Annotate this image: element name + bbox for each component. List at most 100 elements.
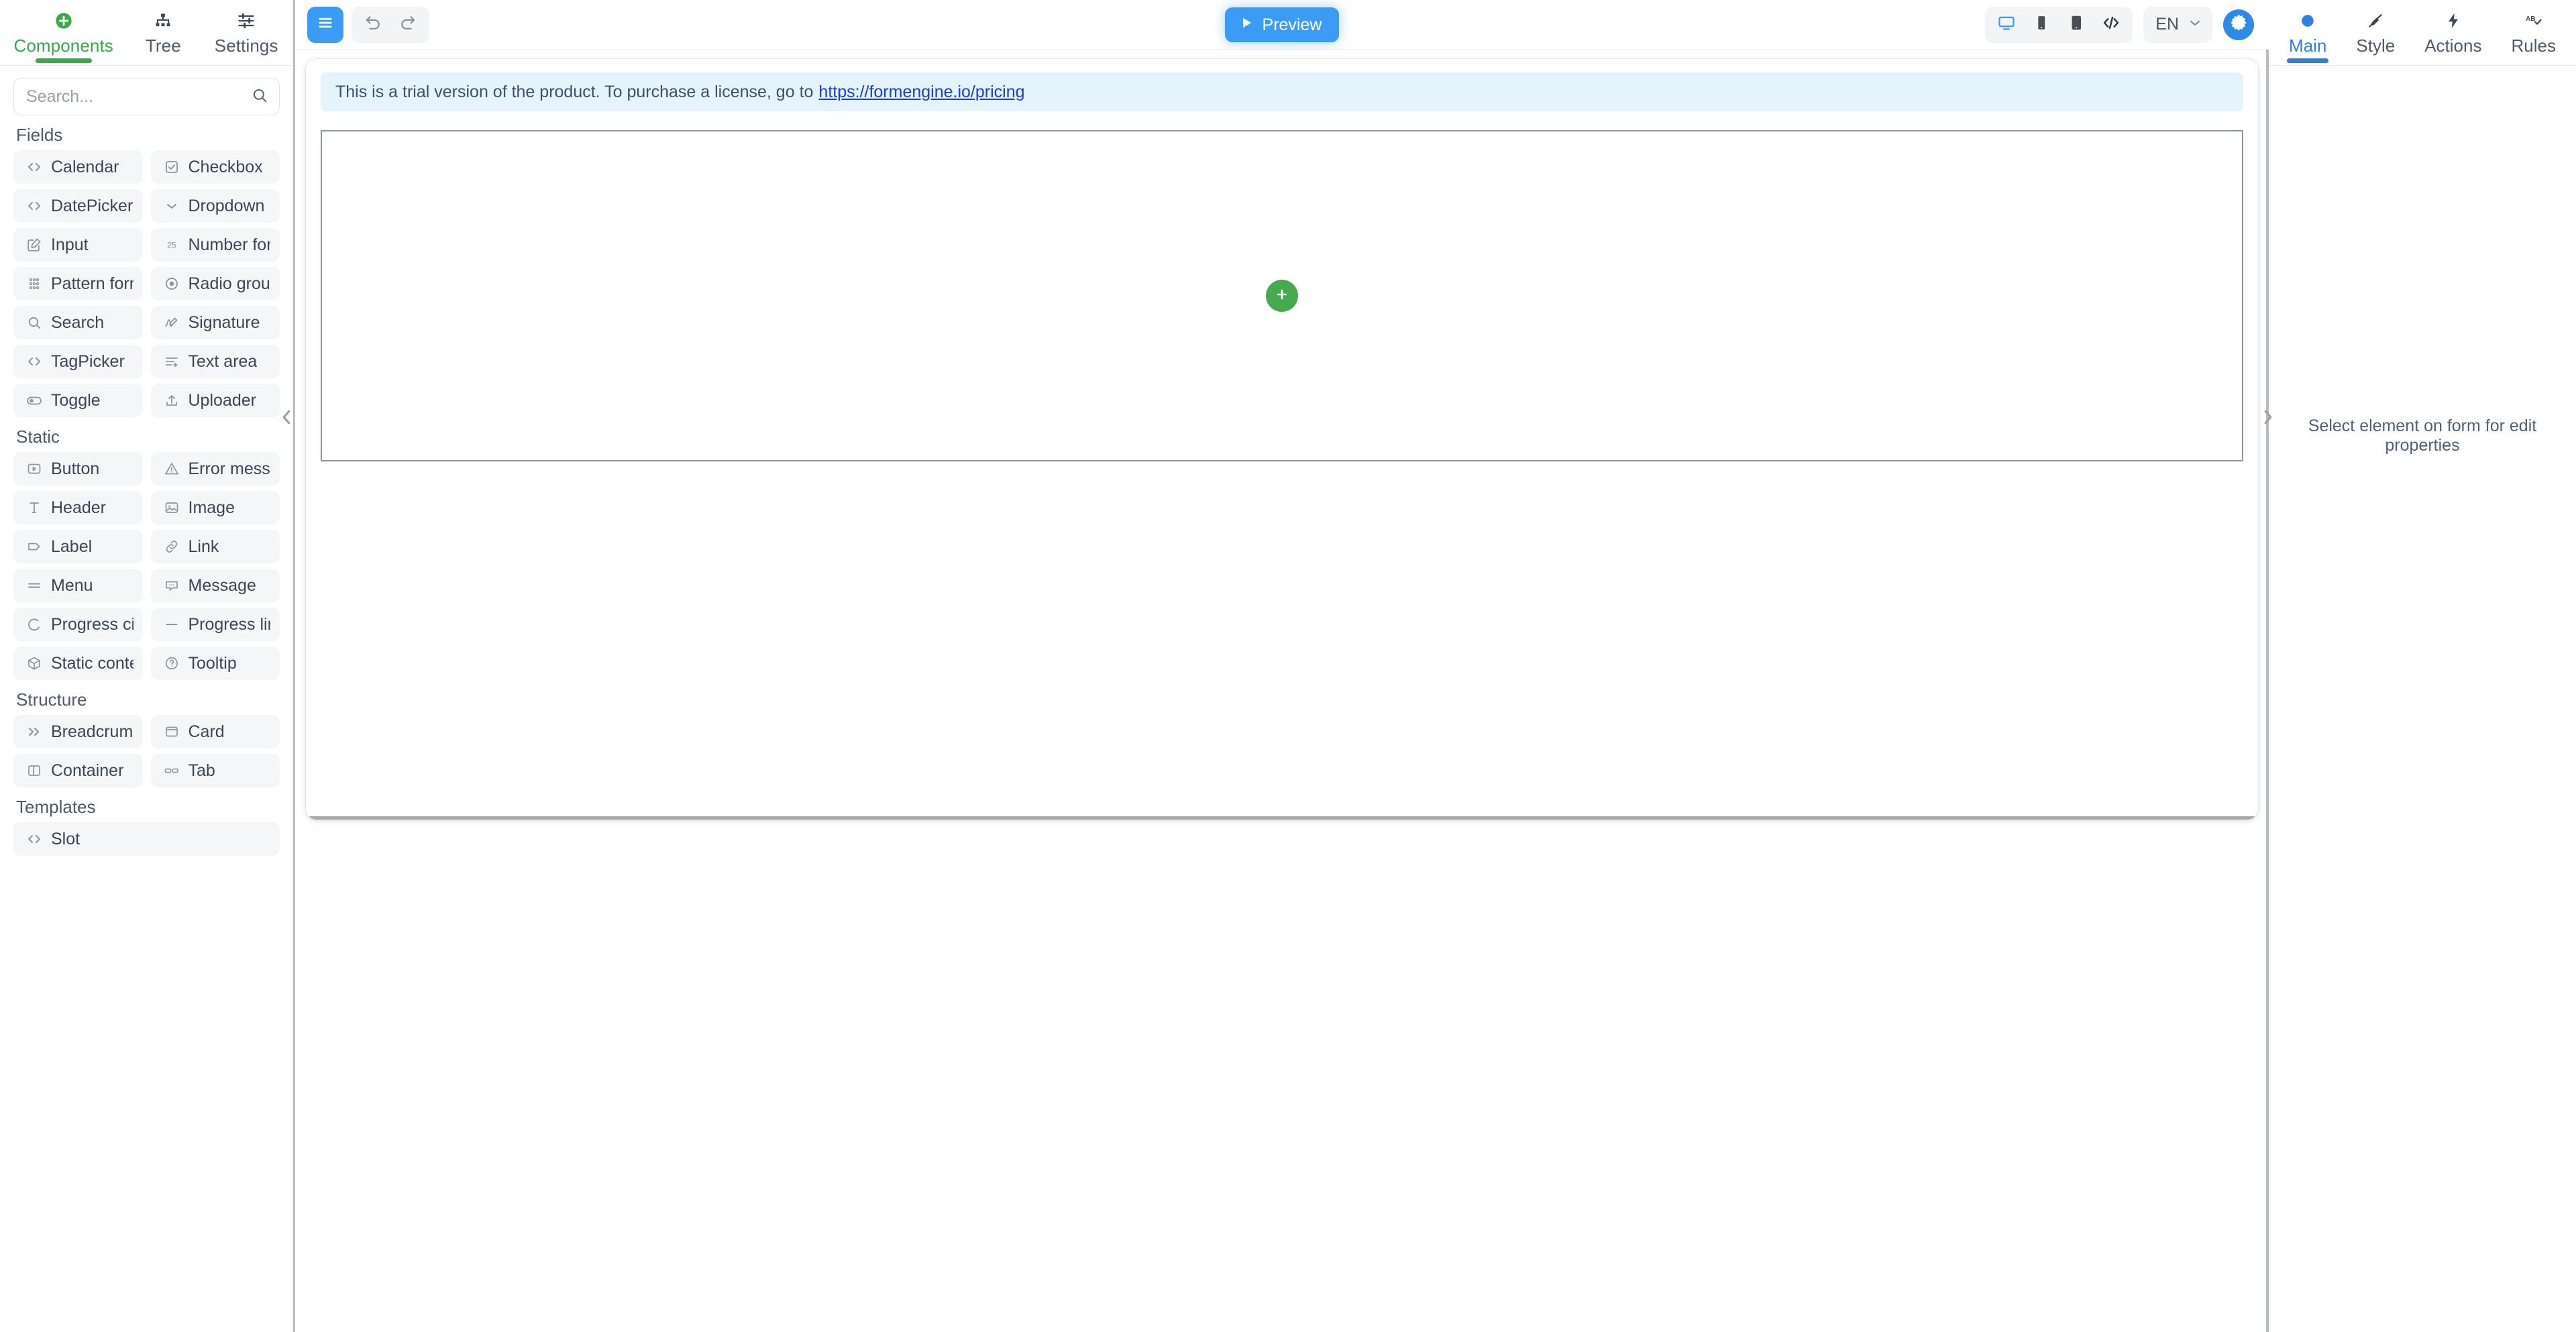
component-tile-tagpicker[interactable]: TagPicker <box>13 345 143 378</box>
double-chevron-right-icon <box>23 724 46 740</box>
tile-grid-structure: Breadcrumb Card Container Tab <box>13 715 280 787</box>
tab-rules[interactable]: AB Rules <box>2496 9 2570 56</box>
component-tile-header[interactable]: Header <box>13 491 143 524</box>
link-chain-icon <box>160 539 183 555</box>
sidebar-tab-components[interactable]: Components <box>0 9 127 56</box>
viewport-code-button[interactable] <box>2094 7 2129 43</box>
component-tile-container[interactable]: Container <box>13 754 143 787</box>
sliders-icon <box>237 9 256 32</box>
component-tile-label: Dropdown <box>188 196 265 215</box>
right-panel-resize-handle[interactable] <box>2266 50 2269 1332</box>
form-canvas-card: This is a trial version of the product. … <box>306 59 2258 820</box>
component-tile-tab[interactable]: Tab <box>150 754 280 787</box>
settings-button[interactable] <box>2223 9 2254 40</box>
component-tile-signature[interactable]: Signature <box>150 306 280 339</box>
properties-empty-hint: Select element on form for edit properti… <box>2308 417 2537 455</box>
code-brackets-icon <box>23 198 46 214</box>
component-tile-dropdown[interactable]: Dropdown <box>150 189 280 223</box>
component-tile-label: Breadcrumb <box>51 722 133 741</box>
question-circle-icon <box>160 655 183 671</box>
component-tile-message[interactable]: Message <box>150 569 280 602</box>
component-tile-label: Search <box>51 313 105 332</box>
hamburger-menu-icon <box>316 13 335 36</box>
circle-dot-icon <box>2298 9 2317 32</box>
component-tile-link[interactable]: Link <box>150 530 280 563</box>
component-tile-label[interactable]: Label <box>13 530 143 563</box>
component-tile-label: Link <box>188 537 219 556</box>
preview-button[interactable]: Preview <box>1224 7 1340 42</box>
viewport-desktop-button[interactable] <box>1989 7 2024 43</box>
component-tile-breadcrumb[interactable]: Breadcrumb <box>13 715 143 748</box>
search-input[interactable] <box>26 87 251 107</box>
tab-style[interactable]: Style <box>2341 9 2410 56</box>
component-tile-pattern-format[interactable]: Pattern format <box>13 267 143 300</box>
chevron-left-icon <box>279 407 294 431</box>
component-tile-card[interactable]: Card <box>150 715 280 748</box>
component-tile-text-area[interactable]: Text area <box>150 345 280 378</box>
component-tile-image[interactable]: Image <box>150 491 280 524</box>
checkbox-icon <box>160 159 183 175</box>
group-title-templates: Templates <box>16 797 96 817</box>
gear-icon <box>2229 13 2249 36</box>
language-value: EN <box>2155 15 2179 34</box>
component-tile-uploader[interactable]: Uploader <box>150 384 280 417</box>
tab-actions[interactable]: Actions <box>2410 9 2496 56</box>
component-tile-label: Toggle <box>51 390 101 410</box>
component-tile-button[interactable]: Button <box>13 452 143 486</box>
component-tile-search[interactable]: Search <box>13 306 143 339</box>
component-tile-label: Message <box>188 575 256 595</box>
trial-banner: This is a trial version of the product. … <box>321 72 2243 111</box>
component-tile-label: TagPicker <box>51 351 125 371</box>
viewport-tablet-button[interactable] <box>2059 7 2094 43</box>
sidebar-tab-settings[interactable]: Settings <box>199 9 293 56</box>
component-tile-progress-circle[interactable]: Progress circle <box>13 608 143 641</box>
undo-button[interactable] <box>356 7 390 43</box>
add-element-button[interactable] <box>1266 280 1298 312</box>
redo-button[interactable] <box>390 7 425 43</box>
component-tile-datepicker[interactable]: DatePicker <box>13 189 143 223</box>
collapse-left-sidebar-button[interactable] <box>278 402 295 435</box>
component-tile-input[interactable]: Input <box>13 228 143 262</box>
component-tile-static-content[interactable]: Static content <box>13 647 143 680</box>
toolbar-right-group: EN <box>1985 6 2254 43</box>
toolbar-center-group: Preview <box>295 0 2269 50</box>
dots-grid-icon <box>23 276 46 292</box>
component-tile-menu[interactable]: Menu <box>13 569 143 602</box>
component-tile-slot[interactable]: Slot <box>13 822 280 856</box>
search-box[interactable] <box>13 78 280 115</box>
component-tile-number-format[interactable]: 25 Number format <box>150 228 280 262</box>
sidebar-tab-tree[interactable]: Tree <box>127 9 199 56</box>
component-tile-label: Calendar <box>51 157 119 176</box>
svg-text:AB: AB <box>2526 15 2535 23</box>
language-selector[interactable]: EN <box>2143 6 2212 43</box>
collapse-right-panel-button[interactable] <box>2259 402 2277 435</box>
code-brackets-icon <box>23 353 46 370</box>
component-tile-checkbox[interactable]: Checkbox <box>150 150 280 184</box>
viewport-mobile-button[interactable] <box>2024 7 2059 43</box>
component-tile-error-message[interactable]: Error message <box>150 452 280 486</box>
component-tile-label: Number format <box>188 235 271 254</box>
radio-icon <box>160 276 183 292</box>
right-tab-label: Style <box>2356 36 2396 56</box>
component-tile-calendar[interactable]: Calendar <box>13 150 143 184</box>
component-tile-label: Button <box>51 459 100 478</box>
tab-main[interactable]: Main <box>2274 9 2341 56</box>
component-tile-radio-group[interactable]: Radio group <box>150 267 280 300</box>
progress-line-icon <box>160 616 183 632</box>
component-tile-toggle[interactable]: Toggle <box>13 384 143 417</box>
canvas-vertical-resize-handle[interactable] <box>306 816 2258 820</box>
hamburger-menu-button[interactable] <box>307 6 343 43</box>
lightning-bolt-icon <box>2444 9 2463 32</box>
signature-pen-icon <box>160 315 183 331</box>
form-dropzone[interactable] <box>321 130 2243 461</box>
tile-grid-templates: Slot <box>13 822 280 856</box>
component-tile-tooltip[interactable]: Tooltip <box>150 647 280 680</box>
undo-icon <box>364 13 382 36</box>
main-area: Preview EN This is a trial version of th… <box>295 0 2269 1332</box>
right-panel-tabs: Main Style Actions AB Rules <box>2269 0 2576 56</box>
tablet-icon <box>2067 13 2086 36</box>
pricing-link[interactable]: https://formengine.io/pricing <box>818 82 1024 102</box>
menu-lines-icon <box>23 577 46 594</box>
toolbar-left-group <box>307 6 429 43</box>
component-tile-progress-line[interactable]: Progress line <box>150 608 280 641</box>
